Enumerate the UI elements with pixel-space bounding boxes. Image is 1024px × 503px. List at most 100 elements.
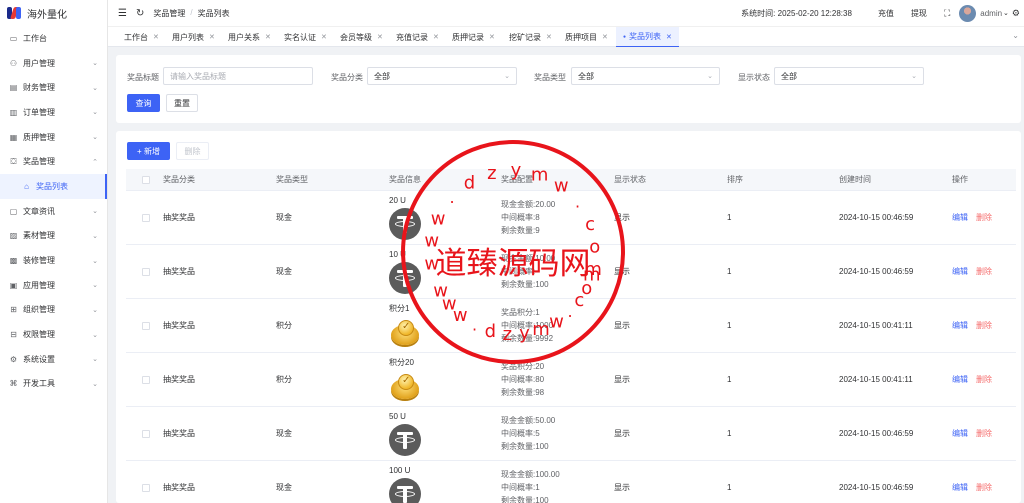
fullscreen-icon[interactable]: ⛶ [944, 8, 950, 19]
usdt-coin-icon[interactable] [389, 261, 421, 294]
edit-button[interactable]: 编辑 [952, 266, 968, 277]
sidebar-item[interactable]: ⚇ 用户管理 ⌄ [0, 51, 107, 76]
prize-title-input[interactable]: 请输入奖品标题 [163, 67, 313, 85]
status-select[interactable]: 全部 ⌄ [774, 67, 924, 85]
header-right: 系统时间: 2025-02-20 12:28:38 充值 提现 ⛶ admin … [741, 0, 1024, 26]
edit-button[interactable]: 编辑 [952, 428, 968, 439]
created-time: 2024-10-15 00:46:59 [839, 429, 914, 438]
sidebar-item-label: 系统设置 [23, 354, 55, 364]
reset-button[interactable]: 重置 [166, 94, 198, 112]
chevron-down-icon[interactable]: ⌄ [1012, 31, 1019, 40]
recharge-link[interactable]: 充值 [878, 8, 894, 19]
category-select[interactable]: 全部 ⌄ [367, 67, 517, 85]
created-time: 2024-10-15 00:46:59 [839, 267, 914, 276]
sidebar-item[interactable]: ▦ 质押管理 ⌄ [0, 125, 107, 150]
sidebar-item[interactable]: ▣ 应用管理 ⌄ [0, 273, 107, 298]
sidebar-item[interactable]: ▥ 订单管理 ⌄ [0, 100, 107, 125]
prize-type: 积分 [276, 321, 292, 330]
row-checkbox[interactable] [142, 267, 150, 276]
tab-item[interactable]: 用户关系 ✕ [228, 27, 271, 47]
prize-config: 奖品积分:1 中间概率:1000 剩余数量:9992 [501, 299, 553, 352]
sidebar-item[interactable]: ⚙ 系统设置 ⌄ [0, 347, 107, 372]
select-all-checkbox[interactable] [142, 175, 150, 184]
hamburger-icon[interactable]: ☰ [118, 8, 127, 19]
sidebar-item[interactable]: ▩ 装修管理 ⌄ [0, 248, 107, 273]
gear-icon[interactable]: ⚙ [1012, 8, 1020, 19]
tab-item[interactable]: 质押项目 ✕ [565, 27, 608, 47]
breadcrumb-item[interactable]: 奖品管理 [153, 8, 185, 19]
points-coin-icon[interactable] [389, 317, 421, 349]
close-icon[interactable]: ✕ [489, 33, 495, 41]
delete-row-button[interactable]: 删除 [976, 212, 992, 223]
close-icon[interactable]: ✕ [666, 33, 672, 41]
close-icon[interactable]: ✕ [209, 33, 215, 41]
prize-info: 积分1 [389, 299, 421, 352]
tab-item[interactable]: 挖矿记录 ✕ [509, 27, 552, 47]
sidebar-item[interactable]: ▢ 文章资讯 ⌄ [0, 199, 107, 224]
row-checkbox[interactable] [142, 429, 150, 438]
sidebar-item[interactable]: ⊞ 组织管理 ⌄ [0, 298, 107, 323]
close-icon[interactable]: ✕ [265, 33, 271, 41]
config-line: 剩余数量:9992 [501, 334, 554, 343]
tab-item[interactable]: 用户列表 ✕ [172, 27, 215, 47]
prize-config-lines: 现金金额:10.00 中间概率: 剩余数量:100 [501, 253, 555, 290]
close-icon[interactable]: ✕ [433, 33, 439, 41]
delete-row-button[interactable]: 删除 [976, 428, 992, 439]
usdt-coin-icon[interactable] [389, 207, 421, 240]
avatar[interactable] [959, 4, 977, 22]
sort-order: 1 [727, 321, 732, 330]
row-checkbox[interactable] [142, 483, 150, 492]
sidebar-item-label: 组织管理 [23, 305, 55, 315]
type-select[interactable]: 全部 ⌄ [571, 67, 720, 85]
edit-button[interactable]: 编辑 [952, 482, 968, 493]
row-checkbox[interactable] [142, 213, 150, 222]
tab-label: 质押项目 [565, 32, 597, 42]
category-select-value: 全部 [374, 71, 390, 81]
delete-row-button[interactable]: 删除 [976, 320, 992, 331]
edit-button[interactable]: 编辑 [952, 212, 968, 223]
tab-item[interactable]: 充值记录 ✕ [396, 27, 439, 47]
table-row: 抽奖奖品 现金 50 U 现金金额:50.00 中间概率:5 剩余数量:100 显示 1 202… [126, 407, 1016, 461]
config-line: 奖品积分:1 [501, 308, 540, 317]
search-button[interactable]: 查询 [127, 94, 160, 112]
sidebar-item[interactable]: ⌂ 奖品列表 [0, 174, 107, 199]
tab-item[interactable]: 工作台 ✕ [124, 27, 159, 47]
sidebar-item[interactable]: ⌘ 开发工具 ⌄ [0, 372, 107, 397]
row-select-cell [142, 407, 150, 460]
points-coin-icon[interactable] [389, 371, 421, 403]
tab-item[interactable]: 实名认证 ✕ [284, 27, 327, 47]
sidebar-item[interactable]: ▭ 工作台 [0, 26, 107, 51]
delete-button[interactable]: 删除 [176, 142, 209, 160]
close-icon[interactable]: ✕ [321, 33, 327, 41]
order-icon: ▥ [9, 107, 18, 117]
row-checkbox[interactable] [142, 375, 150, 384]
close-icon[interactable]: ✕ [377, 33, 383, 41]
usdt-coin-icon[interactable] [389, 477, 421, 503]
sidebar-item[interactable]: ⛋ 奖品管理 ⌃ [0, 149, 107, 174]
close-icon[interactable]: ✕ [602, 33, 608, 41]
row-checkbox[interactable] [142, 321, 150, 330]
usdt-coin-icon[interactable] [389, 423, 421, 456]
sidebar-item[interactable]: ⊟ 权限管理 ⌄ [0, 322, 107, 347]
display-status: 显示 [614, 267, 630, 276]
sidebar-item[interactable]: ▤ 财务管理 ⌄ [0, 75, 107, 100]
delete-row-button[interactable]: 删除 [976, 374, 992, 385]
tab-item[interactable]: 会员等级 ✕ [340, 27, 383, 47]
close-icon[interactable]: ✕ [546, 33, 552, 41]
sidebar-item[interactable]: ▨ 素材管理 ⌄ [0, 224, 107, 249]
delete-row-button[interactable]: 删除 [976, 482, 992, 493]
withdraw-link[interactable]: 提现 [911, 8, 927, 19]
username[interactable]: admin [980, 9, 1002, 18]
add-button[interactable]: + 新增 [127, 142, 170, 160]
chevron-down-icon[interactable]: ⌄ [1003, 9, 1009, 17]
edit-button[interactable]: 编辑 [952, 374, 968, 385]
close-icon[interactable]: ✕ [153, 33, 159, 41]
usdt-ring [395, 436, 415, 443]
edit-button[interactable]: 编辑 [952, 320, 968, 331]
tab-item[interactable]: 质押记录 ✕ [452, 27, 495, 47]
logo[interactable]: 海外量化 [0, 0, 107, 26]
image-icon: ▨ [9, 231, 18, 241]
delete-row-button[interactable]: 删除 [976, 266, 992, 277]
refresh-icon[interactable]: ↻ [136, 8, 144, 19]
tab-item[interactable]: ● 奖品列表 ✕ [616, 27, 679, 47]
